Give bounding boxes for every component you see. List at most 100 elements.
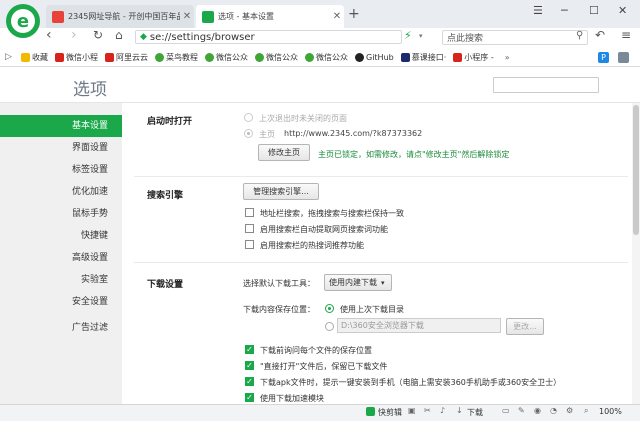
- sidebar-item-security[interactable]: 安全设置: [0, 291, 122, 313]
- download-heading: 下载设置: [147, 280, 184, 290]
- scissors-icon[interactable]: ✂: [424, 406, 431, 415]
- back-icon[interactable]: ‹: [46, 27, 52, 43]
- bookmark-favicon-icon: [305, 52, 314, 62]
- menu-icon[interactable]: ☰: [533, 4, 543, 17]
- tab-2345-navigation[interactable]: 2345网址导航 - 开创中国百年品 ✕: [46, 5, 194, 28]
- bookmark-favicon-icon: [55, 52, 64, 62]
- manage-search-engines-button[interactable]: 管理搜索引擎...: [243, 183, 319, 200]
- tab-label: 2345网址导航 - 开创中国百年品: [68, 12, 180, 21]
- bookmark-favorites[interactable]: 收藏: [21, 52, 48, 63]
- save-last-dir-radio[interactable]: [325, 304, 334, 314]
- bookmark-item[interactable]: 慕课接口·: [400, 52, 447, 63]
- screenshot-icon[interactable]: ▣: [408, 406, 416, 415]
- bookmark-item[interactable]: 微信公众: [305, 52, 348, 63]
- search-option-checkbox[interactable]: [245, 240, 254, 250]
- close-icon[interactable]: ✕: [180, 11, 194, 22]
- search-placeholder: 点此搜索: [447, 34, 484, 44]
- search-option-label: 地址栏搜索，拖拽搜索与搜索栏保持一致: [260, 209, 404, 218]
- save-custom-dir-radio[interactable]: [325, 322, 334, 332]
- sound-icon[interactable]: ♪: [440, 406, 445, 415]
- modify-homepage-button[interactable]: 修改主页: [258, 144, 310, 161]
- bookmark-favicon-icon: [255, 52, 264, 62]
- minimize-icon[interactable]: ─: [561, 4, 568, 17]
- bookmark-item[interactable]: GitHub: [355, 52, 394, 62]
- search-option-checkbox[interactable]: [245, 208, 254, 218]
- quick-clip-label[interactable]: 快剪辑: [378, 407, 402, 418]
- scrollbar-thumb[interactable]: [633, 105, 639, 235]
- maximize-icon[interactable]: ☐: [589, 4, 599, 17]
- bookmark-label: 慕课接口·: [411, 52, 447, 62]
- bookmark-label: 收藏: [32, 52, 48, 62]
- download-option-checkbox[interactable]: ✓: [245, 361, 254, 371]
- zoom-level[interactable]: 100%: [599, 407, 622, 416]
- close-window-icon[interactable]: ✕: [618, 4, 627, 17]
- settings-gear-icon[interactable]: ⚙: [566, 406, 573, 415]
- forward-icon[interactable]: ›: [71, 27, 77, 43]
- download-tool-value: 使用内建下载: [329, 278, 377, 287]
- search-input[interactable]: 点此搜索: [442, 30, 588, 45]
- sidebar-item-adblock[interactable]: 广告过滤: [0, 317, 122, 339]
- change-path-button[interactable]: 更改...: [506, 318, 544, 335]
- download-option-label: "直接打开"文件后，保留已下载文件: [260, 362, 388, 371]
- undo-icon[interactable]: ↶: [595, 28, 605, 42]
- tab-settings[interactable]: 选项 - 基本设置 ✕: [196, 5, 344, 28]
- chevron-right-icon[interactable]: »: [505, 53, 510, 62]
- globe-icon[interactable]: ◉: [534, 406, 541, 415]
- bookmark-favicon-icon: [205, 52, 214, 62]
- sidebar-item-tabs[interactable]: 标签设置: [0, 159, 122, 181]
- quick-clip-icon[interactable]: [366, 407, 375, 416]
- bookmark-label: GitHub: [366, 52, 394, 62]
- sidebar-item-shortcuts[interactable]: 快捷键: [0, 225, 122, 247]
- bookmark-favicon-icon: [400, 52, 410, 62]
- home-icon[interactable]: ⌂: [115, 28, 123, 42]
- extension-icon[interactable]: [618, 52, 629, 63]
- download-option-checkbox[interactable]: ✓: [245, 393, 254, 403]
- sidebar-item-interface[interactable]: 界面设置: [0, 137, 122, 159]
- bookmark-item[interactable]: 菜鸟教程: [155, 52, 198, 63]
- download-option-checkbox[interactable]: ✓: [245, 345, 254, 355]
- extension-p-icon[interactable]: P: [598, 52, 609, 63]
- bookmark-item[interactable]: 阿里云云: [105, 52, 148, 63]
- chevron-down-icon[interactable]: ▾: [419, 32, 423, 40]
- sidebar-item-lab[interactable]: 实验室: [0, 269, 122, 291]
- bookmark-favicon-icon: [453, 52, 463, 62]
- save-path-field[interactable]: D:\360安全浏览器下载: [337, 318, 501, 333]
- sidebar-item-optimize[interactable]: 优化加速: [0, 181, 122, 203]
- search-engine-heading: 搜索引擎: [147, 191, 184, 201]
- settings-search-input[interactable]: [493, 77, 599, 93]
- sidebar-item-basic[interactable]: 基本设置: [0, 115, 122, 137]
- zoom-icon[interactable]: ⌕: [584, 406, 588, 416]
- new-tab-button[interactable]: +: [348, 6, 360, 22]
- download-arrow-icon[interactable]: ↓: [456, 406, 463, 415]
- download-option-checkbox[interactable]: ✓: [245, 377, 254, 387]
- bookmark-item[interactable]: 微信小程: [55, 52, 98, 63]
- search-option-label: 启用搜索栏的热搜词推荐功能: [260, 241, 364, 250]
- bookmark-item[interactable]: 小程序 -: [453, 52, 494, 63]
- bookmark-item[interactable]: 微信公众: [205, 52, 248, 63]
- search-option-checkbox[interactable]: [245, 224, 254, 234]
- speed-mode-icon[interactable]: ⚡: [404, 29, 412, 42]
- download-option-label: 下载前询问每个文件的保存位置: [260, 346, 372, 355]
- address-bar[interactable]: ◆ se://settings/browser: [135, 30, 402, 44]
- divider: [134, 176, 628, 177]
- status-bar: [0, 404, 640, 421]
- download-tool-label: 选择默认下载工具：: [243, 279, 315, 288]
- bookmark-item[interactable]: 微信公众: [255, 52, 298, 63]
- window-icon[interactable]: ▭: [502, 406, 510, 415]
- download-label[interactable]: 下载: [467, 407, 483, 418]
- close-icon[interactable]: ✕: [330, 11, 344, 22]
- bell-icon[interactable]: ◔: [550, 406, 557, 415]
- secure-shield-icon: ◆: [140, 32, 147, 42]
- download-tool-select[interactable]: 使用内建下载 ▾: [324, 274, 392, 291]
- sidebar-toggle-icon[interactable]: ▷: [5, 52, 15, 62]
- sidebar-item-mouse-gestures[interactable]: 鼠标手势: [0, 203, 122, 225]
- sidebar-item-advanced[interactable]: 高级设置: [0, 247, 122, 269]
- search-icon[interactable]: ⚲: [576, 30, 583, 41]
- browser-logo-icon[interactable]: e: [6, 4, 40, 38]
- restore-pages-radio[interactable]: [244, 113, 253, 123]
- tab-favicon-icon: [52, 10, 64, 23]
- more-menu-icon[interactable]: ≡: [621, 28, 631, 42]
- brush-icon[interactable]: ✎: [518, 406, 525, 415]
- home-page-radio[interactable]: [244, 129, 253, 139]
- refresh-icon[interactable]: ↻: [93, 28, 103, 42]
